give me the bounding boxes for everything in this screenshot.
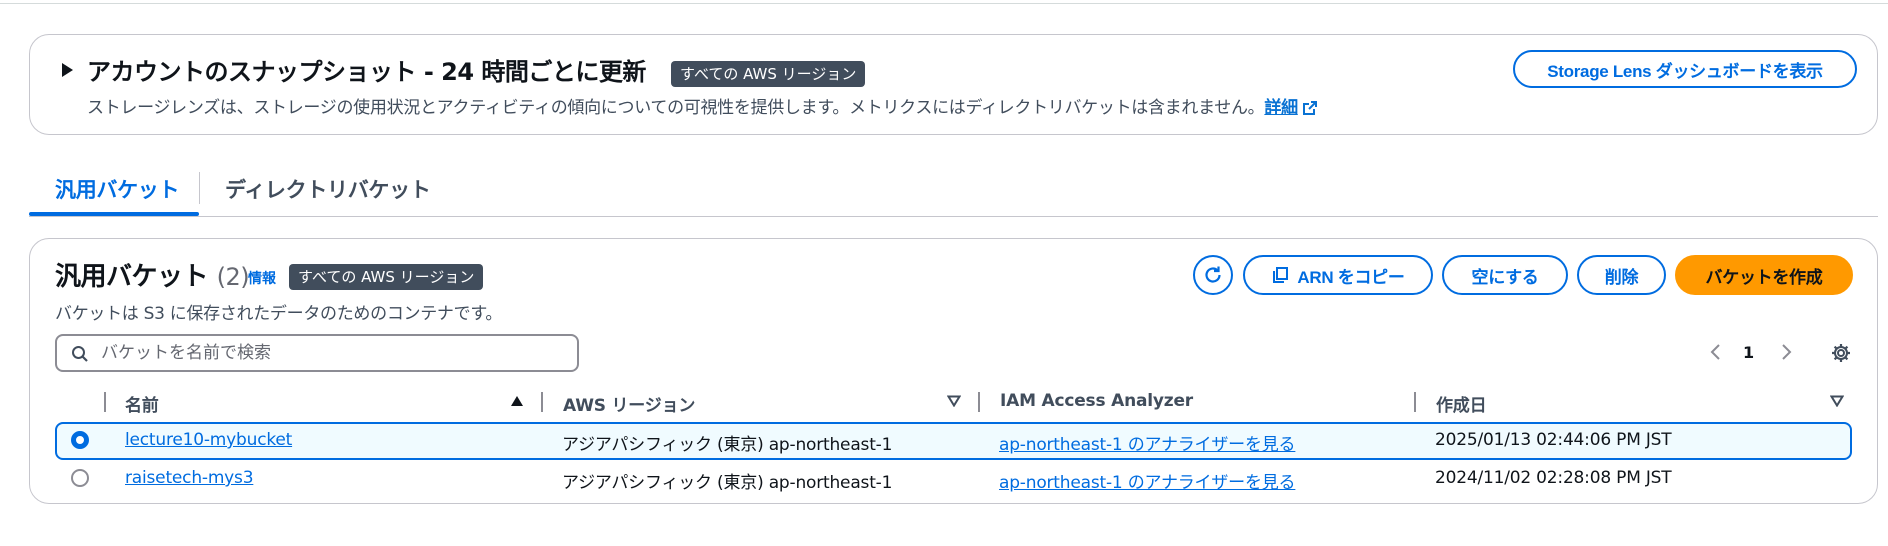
details-link[interactable]: 詳細 <box>1264 98 1317 118</box>
view-analyzer-link[interactable]: ap-northeast-1 のアナライザーを見る <box>999 430 1296 455</box>
row-radio-button[interactable] <box>71 431 89 449</box>
create-bucket-button[interactable]: バケットを作成 <box>1675 255 1853 295</box>
column-separator <box>1414 392 1416 412</box>
tab-directory-buckets[interactable]: ディレクトリバケット <box>225 174 431 204</box>
bucket-name-link[interactable]: lecture10-mybucket <box>125 430 292 450</box>
next-page-icon[interactable] <box>1781 343 1793 361</box>
previous-page-icon[interactable] <box>1709 343 1721 361</box>
sort-ascending-icon[interactable] <box>511 396 523 406</box>
current-page-number[interactable]: 1 <box>1743 343 1754 362</box>
details-link-label: 詳細 <box>1264 98 1298 118</box>
column-separator <box>104 392 106 412</box>
top-divider <box>0 3 1888 4</box>
view-analyzer-link[interactable]: ap-northeast-1 のアナライザーを見る <box>999 468 1296 493</box>
gear-icon[interactable] <box>1830 342 1852 364</box>
active-tab-indicator <box>29 212 199 216</box>
all-regions-badge: すべての AWS リージョン <box>671 61 866 87</box>
copy-arn-button[interactable]: ARN をコピー <box>1243 255 1433 295</box>
bucket-region: アジアパシフィック (東京) ap-northeast-1 <box>562 473 893 493</box>
column-header-name[interactable]: 名前 <box>125 391 159 416</box>
tab-separator <box>199 172 200 204</box>
snapshot-description: ストレージレンズは、ストレージの使用状況とアクティビティの傾向についての可視性を… <box>87 93 1318 118</box>
copy-arn-label: ARN をコピー <box>1297 267 1405 287</box>
info-link[interactable]: 情報 <box>248 268 276 288</box>
bucket-region: アジアパシフィック (東京) ap-northeast-1 <box>562 435 893 455</box>
account-snapshot-card: アカウントのスナップショット - 24 時間ごとに更新 すべての AWS リージ… <box>29 34 1878 135</box>
search-input[interactable] <box>101 336 571 370</box>
row-radio-button[interactable] <box>71 469 89 487</box>
panel-title-text: 汎用バケット <box>55 262 209 292</box>
snapshot-description-text: ストレージレンズは、ストレージの使用状況とアクティビティの傾向についての可視性を… <box>87 98 1265 118</box>
snapshot-title[interactable]: アカウントのスナップショット - 24 時間ごとに更新 <box>87 52 646 87</box>
external-link-icon <box>1302 101 1317 115</box>
sort-caret-down-icon[interactable] <box>947 395 961 407</box>
refresh-button[interactable] <box>1193 255 1233 295</box>
column-header-region[interactable]: AWS リージョン <box>563 391 695 416</box>
tab-general-purpose-buckets[interactable]: 汎用バケット <box>55 174 180 204</box>
table-row[interactable]: raisetech-mys3 アジアパシフィック (東京) ap-northea… <box>55 460 1852 498</box>
tabs-divider <box>29 216 1878 217</box>
panel-description: バケットは S3 に保存されたデータのためのコンテナです。 <box>55 304 503 324</box>
panel-title: 汎用バケット (2) <box>55 256 250 293</box>
empty-bucket-button[interactable]: 空にする <box>1442 255 1568 295</box>
column-header-created[interactable]: 作成日 <box>1436 391 1487 416</box>
bucket-created-date: 2025/01/13 02:44:06 PM JST <box>1435 430 1672 450</box>
column-separator <box>541 392 543 412</box>
bucket-count: (2) <box>216 263 250 291</box>
sort-caret-down-icon[interactable] <box>1830 395 1844 407</box>
column-header-iam-access-analyzer[interactable]: IAM Access Analyzer <box>1000 391 1193 411</box>
panel-all-regions-badge: すべての AWS リージョン <box>289 264 484 290</box>
delete-bucket-button[interactable]: 削除 <box>1577 255 1666 295</box>
expand-caret-icon[interactable] <box>62 63 73 77</box>
search-field[interactable] <box>55 334 579 372</box>
view-storage-lens-button[interactable]: Storage Lens ダッシュボードを表示 <box>1513 50 1857 88</box>
copy-icon <box>1273 267 1289 283</box>
bucket-created-date: 2024/11/02 02:28:08 PM JST <box>1435 468 1672 488</box>
table-row[interactable]: lecture10-mybucket アジアパシフィック (東京) ap-nor… <box>55 422 1852 460</box>
buckets-panel: 汎用バケット (2) 情報 すべての AWS リージョン バケットは S3 に保… <box>29 238 1878 504</box>
refresh-icon <box>1205 266 1221 283</box>
search-icon <box>72 346 88 362</box>
bucket-name-link[interactable]: raisetech-mys3 <box>125 468 254 488</box>
column-separator <box>978 392 980 412</box>
